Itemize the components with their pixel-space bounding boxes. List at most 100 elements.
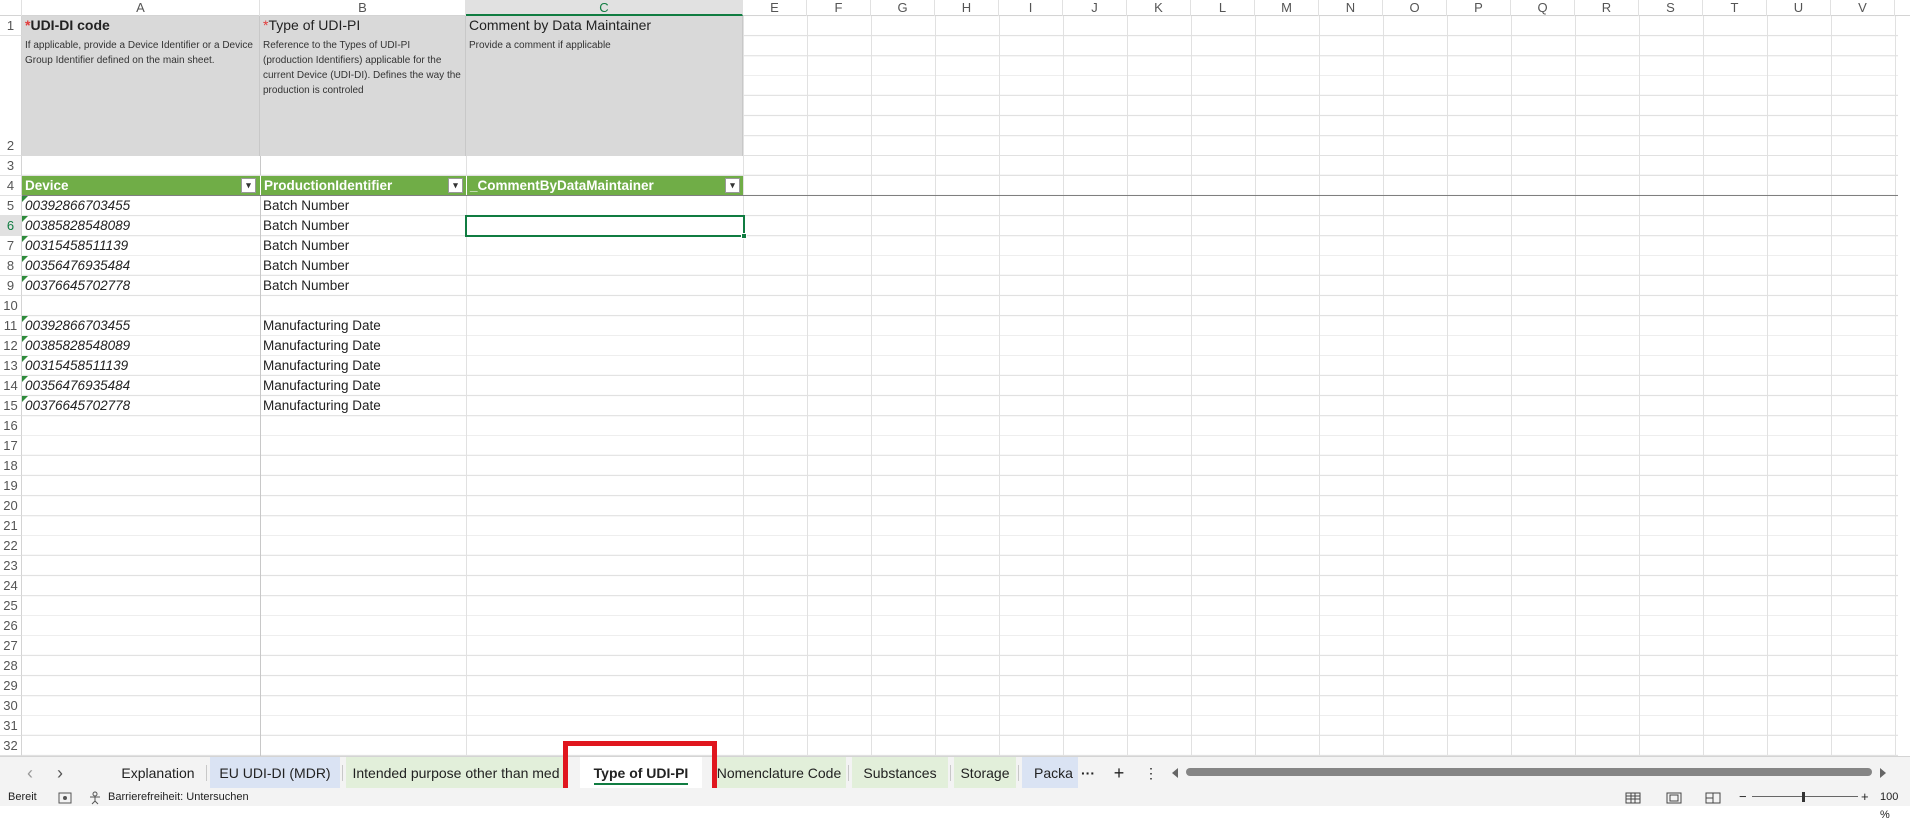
column-header-v[interactable]: V bbox=[1831, 0, 1895, 16]
table-cell-identifier[interactable]: Batch Number bbox=[260, 216, 466, 236]
row-header-26[interactable]: 26 bbox=[0, 616, 22, 636]
row-header-28[interactable]: 28 bbox=[0, 656, 22, 676]
row-header-9[interactable]: 9 bbox=[0, 276, 22, 296]
table-cell-identifier[interactable]: Manufacturing Date bbox=[260, 376, 466, 396]
filter-dropdown-icon[interactable]: ▾ bbox=[725, 178, 740, 193]
table-cell-identifier[interactable]: Batch Number bbox=[260, 196, 466, 216]
tab-scroll-right-icon[interactable]: › bbox=[50, 757, 70, 789]
column-header-h[interactable]: H bbox=[935, 0, 999, 16]
table-cell-device[interactable]: 00356476935484 bbox=[22, 256, 260, 276]
row-header-5[interactable]: 5 bbox=[0, 196, 22, 216]
table-cell-identifier[interactable]: Batch Number bbox=[260, 276, 466, 296]
page-layout-icon[interactable] bbox=[1666, 788, 1682, 806]
column-header-p[interactable]: P bbox=[1447, 0, 1511, 16]
table-cell-device[interactable] bbox=[22, 296, 260, 316]
page-break-icon[interactable] bbox=[1705, 788, 1721, 806]
row-header-16[interactable]: 16 bbox=[0, 416, 22, 436]
table-cell-device[interactable]: 00376645702778 bbox=[22, 396, 260, 416]
row-header-6[interactable]: 6 bbox=[0, 216, 22, 236]
column-header-c[interactable]: C bbox=[466, 0, 743, 16]
column-header-u[interactable]: U bbox=[1767, 0, 1831, 16]
row-header-25[interactable]: 25 bbox=[0, 596, 22, 616]
column-header-e[interactable]: E bbox=[743, 0, 807, 16]
column-header-o[interactable]: O bbox=[1383, 0, 1447, 16]
row-header-19[interactable]: 19 bbox=[0, 476, 22, 496]
macro-record-icon[interactable] bbox=[58, 788, 72, 806]
description-type-udi-pi[interactable]: *Type of UDI-PI Reference to the Types o… bbox=[260, 16, 466, 156]
column-header-s[interactable]: S bbox=[1639, 0, 1703, 16]
column-header-r[interactable]: R bbox=[1575, 0, 1639, 16]
zoom-slider[interactable] bbox=[1752, 796, 1858, 797]
column-header-n[interactable]: N bbox=[1319, 0, 1383, 16]
row-header-21[interactable]: 21 bbox=[0, 516, 22, 536]
column-header-q[interactable]: Q bbox=[1511, 0, 1575, 16]
row-header-30[interactable]: 30 bbox=[0, 696, 22, 716]
row-header-4[interactable]: 4 bbox=[0, 176, 22, 196]
description-comment[interactable]: Comment by Data Maintainer Provide a com… bbox=[466, 16, 743, 156]
description-udi-di[interactable]: *UDI-DI code If applicable, provide a De… bbox=[22, 16, 260, 156]
column-header-i[interactable]: I bbox=[999, 0, 1063, 16]
row-header-20[interactable]: 20 bbox=[0, 496, 22, 516]
column-header-g[interactable]: G bbox=[871, 0, 935, 16]
filter-dropdown-icon[interactable]: ▾ bbox=[448, 178, 463, 193]
row-header-18[interactable]: 18 bbox=[0, 456, 22, 476]
row-header-15[interactable]: 15 bbox=[0, 396, 22, 416]
row-header-8[interactable]: 8 bbox=[0, 256, 22, 276]
tab-intended-purpose[interactable]: Intended purpose other than med bbox=[346, 757, 566, 789]
table-cell-device[interactable]: 00315458511139 bbox=[22, 356, 260, 376]
table-cell-identifier[interactable]: Batch Number bbox=[260, 256, 466, 276]
column-header-b[interactable]: B bbox=[260, 0, 466, 16]
column-header-j[interactable]: J bbox=[1063, 0, 1127, 16]
table-cell-identifier[interactable] bbox=[260, 296, 466, 316]
zoom-in-button[interactable]: + bbox=[1861, 788, 1869, 806]
tab-packa[interactable]: Packa bbox=[1022, 757, 1078, 789]
tab-scroll-left-icon[interactable]: ‹ bbox=[20, 757, 40, 789]
tab-substances[interactable]: Substances bbox=[852, 757, 948, 789]
zoom-slider-thumb[interactable] bbox=[1802, 792, 1805, 802]
table-cell-identifier[interactable]: Manufacturing Date bbox=[260, 356, 466, 376]
table-cell-device[interactable]: 00392866703455 bbox=[22, 196, 260, 216]
fill-handle[interactable] bbox=[741, 233, 747, 239]
column-header-m[interactable]: M bbox=[1255, 0, 1319, 16]
column-header-f[interactable]: F bbox=[807, 0, 871, 16]
table-cell-device[interactable]: 00356476935484 bbox=[22, 376, 260, 396]
column-header-k[interactable]: K bbox=[1127, 0, 1191, 16]
cell-grid[interactable]: *UDI-DI code If applicable, provide a De… bbox=[22, 16, 1898, 756]
table-cell-device[interactable]: 00385828548089 bbox=[22, 336, 260, 356]
normal-view-icon[interactable] bbox=[1625, 788, 1641, 806]
table-cell-device[interactable]: 00392866703455 bbox=[22, 316, 260, 336]
accessibility-icon[interactable] bbox=[88, 788, 102, 806]
column-header-l[interactable]: L bbox=[1191, 0, 1255, 16]
row-header-22[interactable]: 22 bbox=[0, 536, 22, 556]
table-cell-device[interactable]: 00315458511139 bbox=[22, 236, 260, 256]
row-header-11[interactable]: 11 bbox=[0, 316, 22, 336]
table-cell-identifier[interactable]: Manufacturing Date bbox=[260, 336, 466, 356]
column-header-t[interactable]: T bbox=[1703, 0, 1767, 16]
row-header-24[interactable]: 24 bbox=[0, 576, 22, 596]
zoom-out-button[interactable]: − bbox=[1739, 788, 1747, 806]
filter-dropdown-icon[interactable]: ▾ bbox=[241, 178, 256, 193]
row-header-31[interactable]: 31 bbox=[0, 716, 22, 736]
tab-nomenclature-code[interactable]: Nomenclature Code bbox=[712, 757, 846, 789]
column-header-a[interactable]: A bbox=[22, 0, 260, 16]
row-header-7[interactable]: 7 bbox=[0, 236, 22, 256]
tab-explanation[interactable]: Explanation bbox=[112, 757, 204, 789]
tab-storage[interactable]: Storage bbox=[954, 757, 1016, 789]
tab-eu-udi-di[interactable]: EU UDI-DI (MDR) bbox=[210, 757, 340, 789]
row-header-3[interactable]: 3 bbox=[0, 156, 22, 176]
active-cell-c6[interactable] bbox=[465, 215, 745, 237]
row-header-17[interactable]: 17 bbox=[0, 436, 22, 456]
select-all-corner[interactable] bbox=[0, 0, 22, 16]
row-header-14[interactable]: 14 bbox=[0, 376, 22, 396]
table-cell-identifier[interactable]: Batch Number bbox=[260, 236, 466, 256]
zoom-level[interactable]: 100 % bbox=[1880, 788, 1910, 824]
row-header-27[interactable]: 27 bbox=[0, 636, 22, 656]
table-cell-identifier[interactable]: Manufacturing Date bbox=[260, 316, 466, 336]
more-tabs-icon[interactable]: ··· bbox=[1078, 757, 1098, 789]
table-cell-device[interactable]: 00376645702778 bbox=[22, 276, 260, 296]
horizontal-scrollbar-thumb[interactable] bbox=[1186, 768, 1872, 776]
row-header-13[interactable]: 13 bbox=[0, 356, 22, 376]
row-header-10[interactable]: 10 bbox=[0, 296, 22, 316]
row-header-32[interactable]: 32 bbox=[0, 736, 22, 756]
row-header-29[interactable]: 29 bbox=[0, 676, 22, 696]
